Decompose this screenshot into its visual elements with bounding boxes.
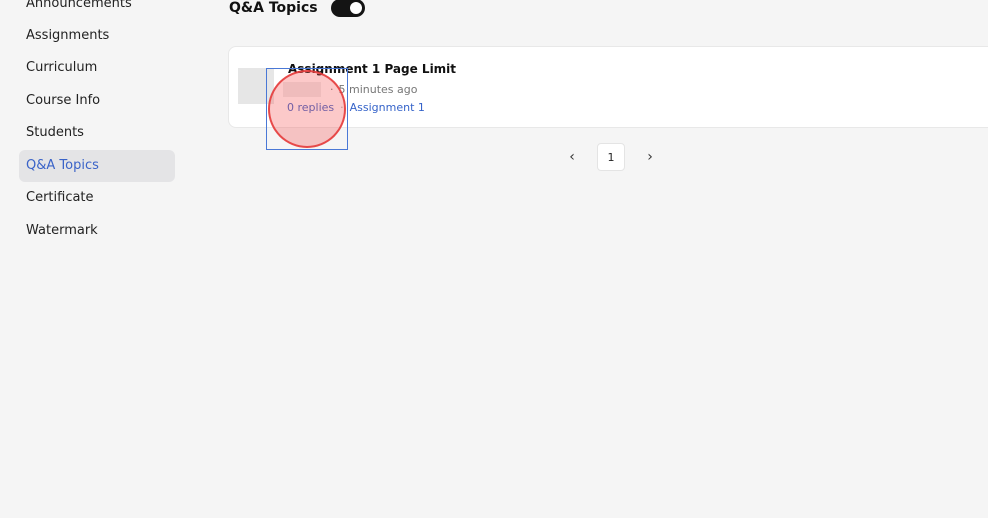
sidebar-item-qa-topics[interactable]: Q&A Topics: [19, 150, 175, 182]
qa-topics-toggle[interactable]: [330, 0, 365, 17]
assignment-link[interactable]: Assignment 1: [350, 101, 425, 114]
sidebar-item-announcements[interactable]: Announcements: [19, 0, 175, 20]
pagination: ‹ 1 ›: [558, 142, 664, 172]
chevron-right-icon[interactable]: ›: [636, 143, 664, 171]
sidebar-item-course-info[interactable]: Course Info: [19, 85, 175, 117]
page-header: Q&A Topics: [229, 0, 365, 22]
sidebar: Announcements Assignments Curriculum Cou…: [0, 0, 195, 518]
topic-timestamp: 5 minutes ago: [338, 82, 418, 96]
page-number-button[interactable]: 1: [597, 143, 625, 171]
sidebar-item-certificate[interactable]: Certificate: [19, 182, 175, 214]
chevron-left-icon[interactable]: ‹: [558, 143, 586, 171]
sidebar-item-watermark[interactable]: Watermark: [19, 215, 175, 247]
click-indicator: [268, 70, 346, 148]
page-title: Q&A Topics: [229, 0, 318, 16]
toggle-knob: [349, 2, 362, 14]
sidebar-item-curriculum[interactable]: Curriculum: [19, 52, 175, 84]
sidebar-item-students[interactable]: Students: [19, 117, 175, 149]
sidebar-item-assignments[interactable]: Assignments: [19, 20, 175, 52]
page: Announcements Assignments Curriculum Cou…: [0, 0, 988, 518]
